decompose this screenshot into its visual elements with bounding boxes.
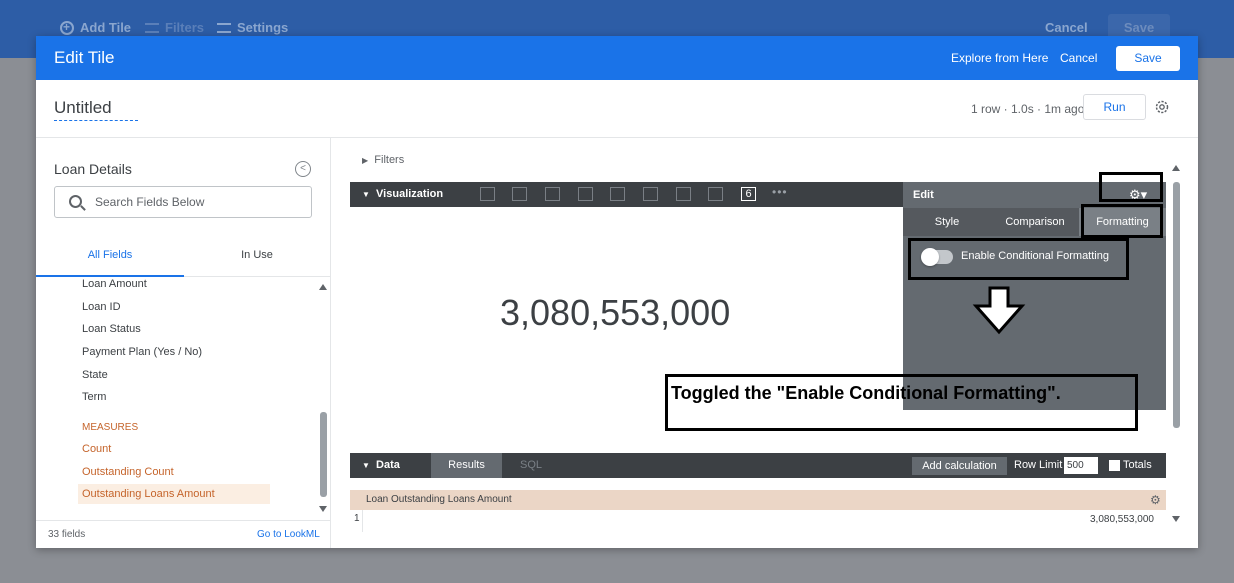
save-button[interactable]: Save — [1116, 46, 1180, 71]
tab-style[interactable]: Style — [903, 208, 991, 236]
tab-comparison[interactable]: Comparison — [991, 208, 1079, 236]
explore-content: ▶ Filters ▼ Visualization 6 ••• 3,080,55… — [332, 138, 1198, 548]
pie-chart-icon[interactable] — [676, 187, 691, 201]
field-term[interactable]: Term — [82, 391, 106, 403]
search-box — [54, 186, 312, 218]
add-tile-button[interactable]: Add Tile — [60, 20, 131, 35]
totals-label: Totals — [1123, 459, 1152, 471]
scroll-up-arrow[interactable] — [1172, 165, 1180, 171]
caret-right-icon: ▶ — [362, 156, 369, 165]
table-viz-icon[interactable] — [480, 187, 495, 201]
field-picker: Loan Details < All Fields In Use Loan Am… — [36, 138, 331, 548]
map-icon[interactable] — [708, 187, 723, 201]
measure-outstanding-loans-amount[interactable]: Outstanding Loans Amount — [78, 484, 270, 504]
down-arrow-icon — [972, 286, 1026, 335]
field-loan-id[interactable]: Loan ID — [82, 301, 121, 313]
single-value-viz-icon[interactable]: 6 — [741, 187, 756, 201]
search-input[interactable] — [95, 195, 295, 209]
filters-button[interactable]: Filters — [145, 20, 204, 35]
edit-panel-title: Edit — [913, 189, 934, 201]
result-cell: 3,080,553,000 — [1090, 514, 1154, 525]
measure-outstanding-count[interactable]: Outstanding Count — [82, 466, 174, 478]
field-list-scrollbar[interactable] — [320, 412, 327, 497]
field-loan-status[interactable]: Loan Status — [82, 323, 141, 335]
caret-down-icon: ▼ — [362, 461, 370, 470]
row-limit-input[interactable] — [1064, 457, 1098, 474]
tab-results[interactable]: Results — [431, 453, 502, 478]
totals-checkbox[interactable] — [1109, 460, 1120, 471]
gear-icon[interactable] — [1154, 99, 1170, 115]
sliders-icon — [217, 22, 231, 33]
more-viz-icon[interactable]: ••• — [772, 185, 788, 199]
modal-title: Edit Tile — [54, 48, 115, 67]
search-icon — [69, 195, 82, 208]
cancel-button[interactable]: Cancel — [1060, 51, 1097, 65]
tab-sql[interactable]: SQL — [520, 459, 542, 471]
column-header-label: Loan Outstanding Loans Amount — [366, 494, 512, 505]
data-toggle[interactable]: ▼ Data — [362, 459, 400, 471]
tile-name-input[interactable]: Untitled — [54, 98, 138, 121]
annotation-note: Toggled the "Enable Conditional Formatti… — [665, 374, 1138, 431]
bar-chart-icon[interactable] — [545, 187, 560, 201]
filters-toggle[interactable]: ▶ Filters — [362, 154, 404, 166]
go-to-lookml-link[interactable]: Go to LookML — [257, 529, 320, 540]
explore-from-here-link[interactable]: Explore from Here — [951, 51, 1048, 65]
gear-icon[interactable]: ⚙ — [1150, 493, 1161, 507]
settings-button[interactable]: Settings — [217, 20, 288, 35]
row-divider — [362, 510, 363, 532]
tile-title-row: Untitled 1 row · 1.0s · 1m ago Run — [36, 80, 1198, 138]
collapse-icon[interactable]: < — [295, 161, 311, 177]
field-picker-footer: 33 fields Go to LookML — [36, 520, 331, 548]
run-button[interactable]: Run — [1083, 94, 1146, 120]
field-state[interactable]: State — [82, 369, 108, 381]
field-list: Loan Amount Loan ID Loan Status Payment … — [36, 278, 316, 510]
scroll-down-arrow[interactable] — [319, 506, 327, 512]
annotation-text: Toggled the "Enable Conditional Formatti… — [671, 383, 1061, 403]
annotation-highlight-gear — [1099, 172, 1163, 202]
modal-header: Edit Tile Explore from Here Cancel Save — [36, 36, 1198, 80]
scatter-chart-icon[interactable] — [578, 187, 593, 201]
results-column-header[interactable]: Loan Outstanding Loans Amount ⚙ — [350, 490, 1166, 510]
line-chart-icon[interactable] — [610, 187, 625, 201]
tab-in-use[interactable]: In Use — [184, 245, 330, 277]
area-chart-icon[interactable] — [643, 187, 658, 201]
edit-tile-modal: Edit Tile Explore from Here Cancel Save … — [36, 36, 1198, 548]
column-chart-icon[interactable] — [512, 187, 527, 201]
single-value-display: 3,080,553,000 — [500, 292, 731, 333]
field-loan-amount[interactable]: Loan Amount — [82, 278, 147, 290]
scroll-up-arrow[interactable] — [319, 284, 327, 290]
measure-count[interactable]: Count — [82, 443, 111, 455]
add-icon — [60, 20, 74, 35]
annotation-highlight-formatting-tab — [1081, 204, 1163, 238]
annotation-highlight-toggle — [908, 238, 1129, 280]
visualization-toggle[interactable]: ▼ Visualization — [362, 188, 443, 200]
scroll-down-arrow[interactable] — [1172, 516, 1180, 522]
row-limit-label: Row Limit — [1014, 459, 1063, 471]
dashboard-cancel-button[interactable]: Cancel — [1045, 20, 1088, 35]
content-scrollbar[interactable] — [1173, 182, 1180, 428]
add-calculation-button[interactable]: Add calculation — [912, 457, 1007, 475]
filter-icon — [145, 22, 159, 33]
data-bar: ▼ Data Results SQL Add calculation Row L… — [350, 453, 1166, 478]
explore-name: Loan Details — [54, 161, 132, 177]
tab-all-fields[interactable]: All Fields — [36, 245, 184, 277]
row-number: 1 — [354, 513, 360, 524]
field-payment-plan[interactable]: Payment Plan (Yes / No) — [82, 346, 202, 358]
field-count: 33 fields — [48, 529, 86, 540]
caret-down-icon: ▼ — [362, 190, 370, 199]
measures-heading: MEASURES — [82, 422, 139, 433]
run-info: 1 row · 1.0s · 1m ago — [971, 102, 1085, 116]
